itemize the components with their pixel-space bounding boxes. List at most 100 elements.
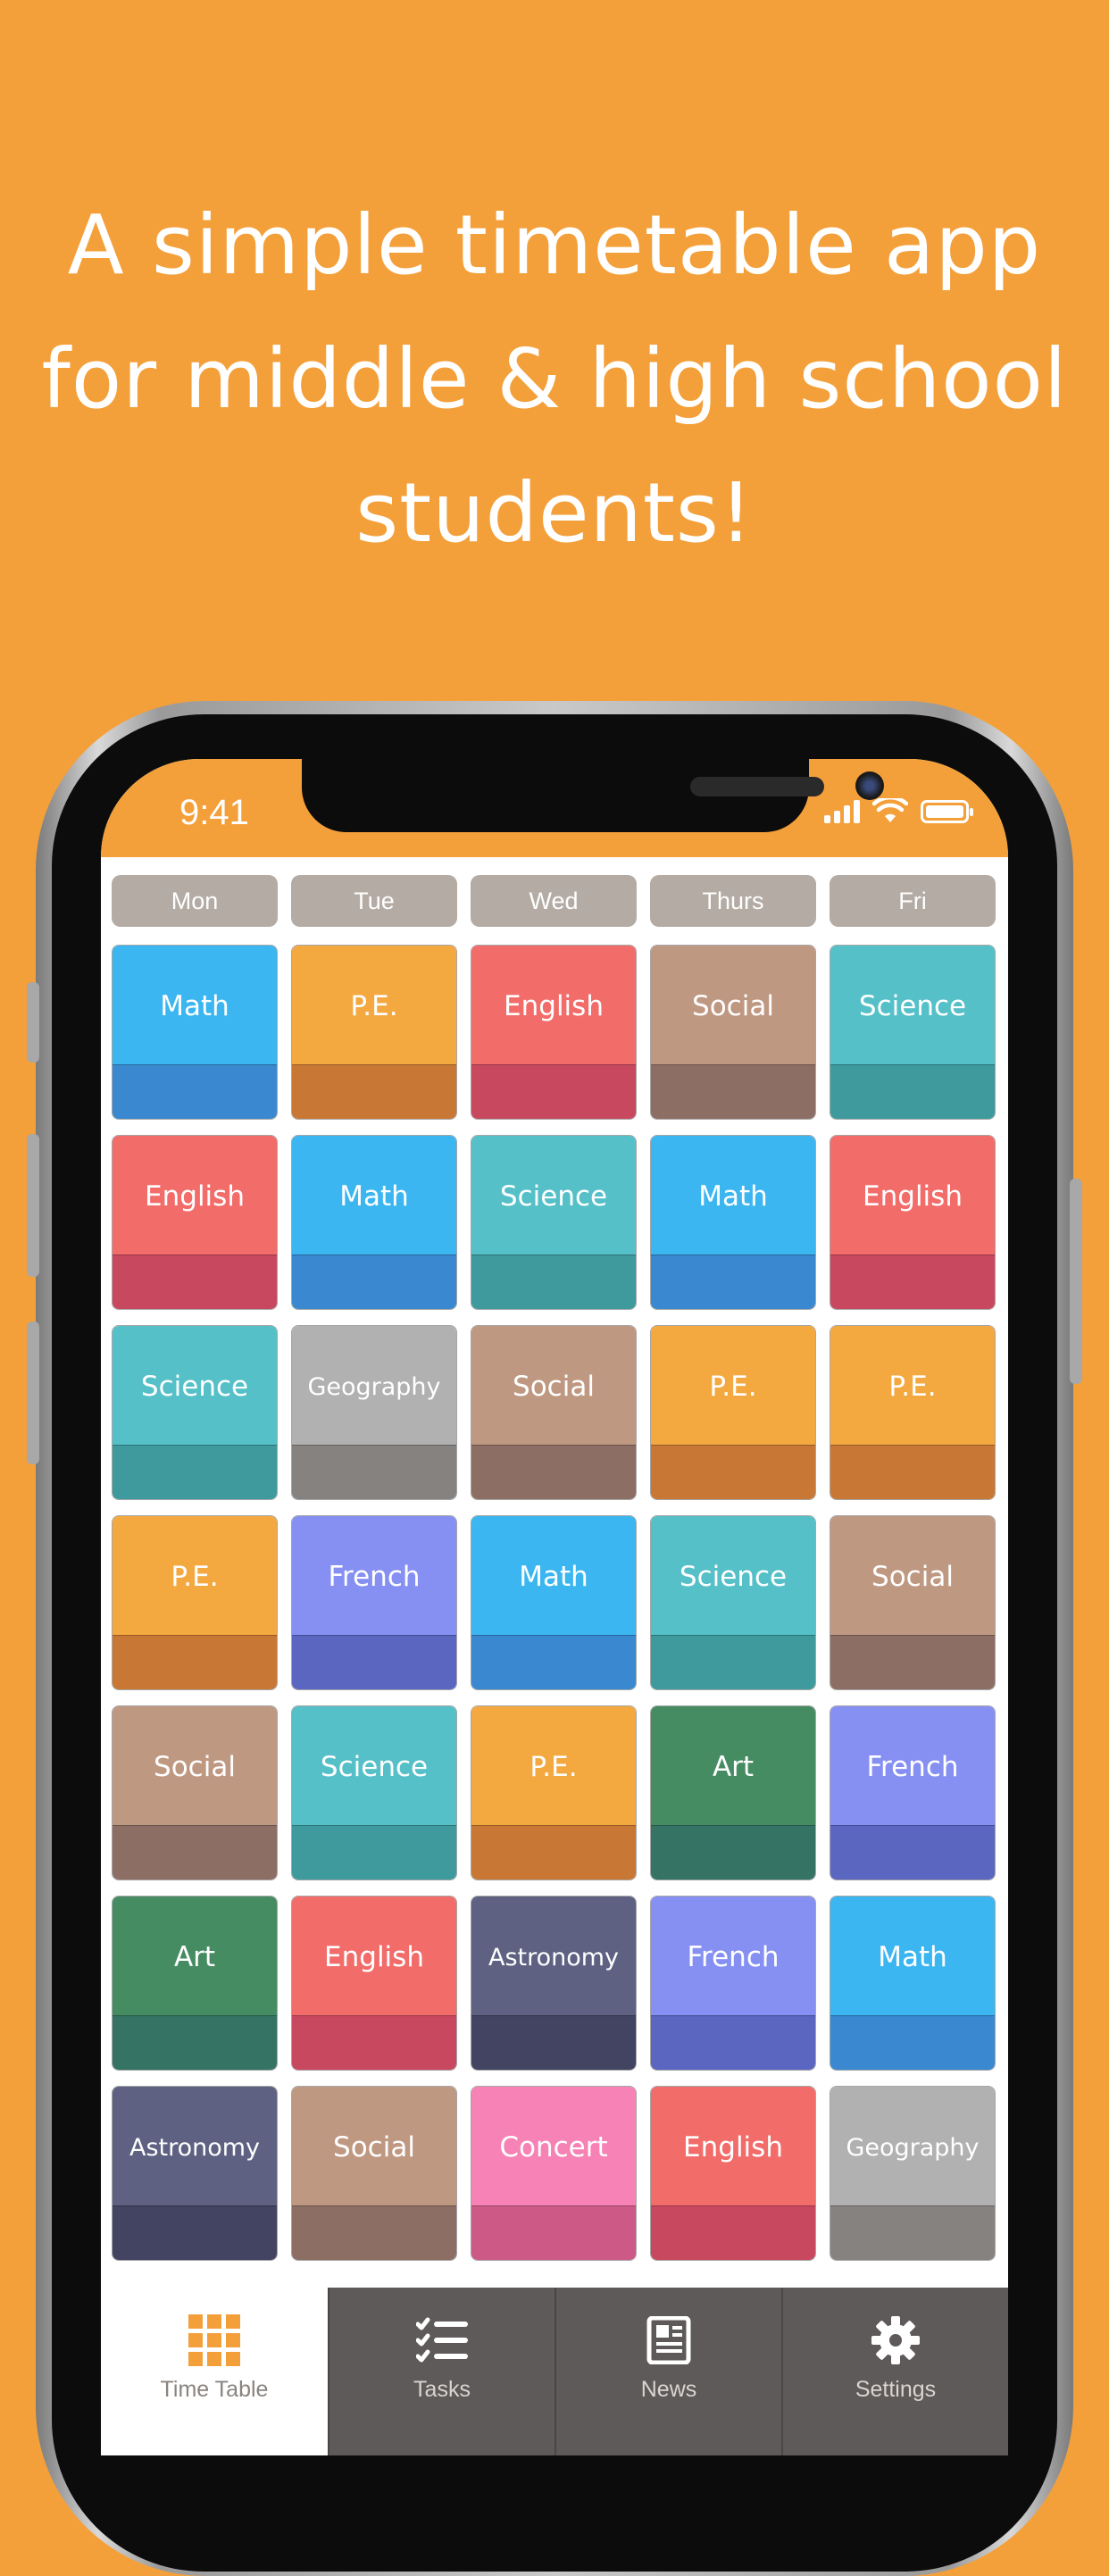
timetable-cell[interactable]: French xyxy=(830,1705,996,1880)
subject-label: French xyxy=(830,1706,995,1828)
timetable-cell[interactable]: Math xyxy=(650,1135,816,1310)
timetable-cell[interactable]: Math xyxy=(112,945,278,1120)
timetable-cell[interactable]: Art xyxy=(650,1705,816,1880)
subject-label: Social xyxy=(830,1516,995,1638)
subject-label: Science xyxy=(830,946,995,1067)
timetable-cell[interactable]: English xyxy=(291,1896,457,2071)
subject-color-strip xyxy=(830,1064,995,1119)
subject-color-strip xyxy=(471,1635,636,1689)
timetable-cell[interactable]: P.E. xyxy=(291,945,457,1120)
tab-settings[interactable]: Settings xyxy=(781,2288,1008,2455)
subject-color-strip xyxy=(113,2205,277,2260)
timetable-cell[interactable]: Social xyxy=(471,1325,637,1500)
status-time: 9:41 xyxy=(179,793,249,832)
status-icons xyxy=(824,798,973,823)
timetable-cell[interactable]: Math xyxy=(471,1515,637,1690)
subject-label: P.E. xyxy=(292,946,456,1067)
timetable-cell[interactable]: P.E. xyxy=(112,1515,278,1690)
timetable-cell[interactable]: Social xyxy=(650,945,816,1120)
subject-label: English xyxy=(830,1136,995,1257)
speaker-grille xyxy=(690,777,824,796)
phone-notch xyxy=(302,759,884,832)
day-header-mon: Mon xyxy=(112,875,278,927)
subject-label: Science xyxy=(113,1326,277,1447)
subject-label: P.E. xyxy=(113,1516,277,1638)
timetable-cell[interactable]: Concert xyxy=(471,2086,637,2261)
day-header-tue: Tue xyxy=(291,875,457,927)
timetable-cell[interactable]: Astronomy xyxy=(112,2086,278,2261)
tab-label-tasks: Tasks xyxy=(413,2377,471,2402)
subject-color-strip xyxy=(651,1635,815,1689)
tab-news[interactable]: News xyxy=(554,2288,781,2455)
subject-label: English xyxy=(113,1136,277,1257)
promo-headline: A simple timetable app for middle & high… xyxy=(0,179,1109,580)
timetable-cell[interactable]: French xyxy=(291,1515,457,1690)
subject-label: Science xyxy=(292,1706,456,1828)
timetable-cell[interactable]: Math xyxy=(291,1135,457,1310)
timetable-cell[interactable]: Science xyxy=(291,1705,457,1880)
subject-color-strip xyxy=(651,1064,815,1119)
subject-label: Social xyxy=(292,2087,456,2208)
timetable-cell[interactable]: P.E. xyxy=(650,1325,816,1500)
subject-label: P.E. xyxy=(830,1326,995,1447)
gear-icon xyxy=(869,2314,922,2366)
subject-color-strip xyxy=(471,1445,636,1499)
subject-color-strip xyxy=(830,1635,995,1689)
subject-label: English xyxy=(651,2087,815,2208)
timetable-cell[interactable]: Science xyxy=(112,1325,278,1500)
phone-side-button-silent xyxy=(27,982,39,1063)
subject-label: Science xyxy=(651,1516,815,1638)
subject-color-strip xyxy=(651,1445,815,1499)
subject-label: Concert xyxy=(471,2087,636,2208)
headline-line-1: A simple timetable app xyxy=(67,197,1042,293)
headline-line-3: students! xyxy=(355,465,754,561)
timetable-cell[interactable]: Science xyxy=(830,945,996,1120)
subject-label: Art xyxy=(113,1897,277,2018)
subject-color-strip xyxy=(651,2205,815,2260)
subject-color-strip xyxy=(292,1445,456,1499)
app-screen: 9:41 Mon Tue Wed Thurs Fri Math P.E. Engli… xyxy=(101,759,1008,2455)
subject-color-strip xyxy=(292,1635,456,1689)
tab-label-settings: Settings xyxy=(855,2377,937,2402)
subject-color-strip xyxy=(292,1825,456,1880)
subject-color-strip xyxy=(651,1825,815,1880)
timetable-cell[interactable]: English xyxy=(471,945,637,1120)
subject-color-strip xyxy=(830,1255,995,1309)
checklist-icon xyxy=(415,2314,469,2366)
subject-color-strip xyxy=(292,1064,456,1119)
timetable-cell[interactable]: Social xyxy=(291,2086,457,2261)
timetable-cell[interactable]: English xyxy=(650,2086,816,2261)
timetable-cell[interactable]: English xyxy=(830,1135,996,1310)
timetable-cell[interactable]: Science xyxy=(650,1515,816,1690)
timetable-cell[interactable]: P.E. xyxy=(830,1325,996,1500)
newspaper-icon xyxy=(642,2314,696,2366)
subject-label: Math xyxy=(113,946,277,1067)
timetable-cell[interactable]: Geography xyxy=(291,1325,457,1500)
timetable-cell[interactable]: P.E. xyxy=(471,1705,637,1880)
tab-time-table[interactable]: Time Table xyxy=(101,2288,328,2455)
subject-color-strip xyxy=(471,2205,636,2260)
subject-color-strip xyxy=(292,1255,456,1309)
timetable-cell[interactable]: Science xyxy=(471,1135,637,1310)
timetable-cell[interactable]: Social xyxy=(112,1705,278,1880)
day-header-row: Mon Tue Wed Thurs Fri xyxy=(112,875,997,927)
subject-color-strip xyxy=(471,1825,636,1880)
timetable-cell[interactable]: Social xyxy=(830,1515,996,1690)
timetable-cell[interactable]: English xyxy=(112,1135,278,1310)
subject-color-strip xyxy=(830,1825,995,1880)
subject-color-strip xyxy=(113,1255,277,1309)
tab-tasks[interactable]: Tasks xyxy=(328,2288,554,2455)
subject-color-strip xyxy=(830,2015,995,2070)
subject-color-strip xyxy=(471,2015,636,2070)
wifi-icon xyxy=(872,798,908,822)
timetable-cell[interactable]: Math xyxy=(830,1896,996,2071)
phone-side-button-volume-down xyxy=(27,1321,39,1464)
subject-color-strip xyxy=(113,2015,277,2070)
timetable-cell[interactable]: Art xyxy=(112,1896,278,2071)
timetable-cell[interactable]: Astronomy xyxy=(471,1896,637,2071)
tab-label-time-table: Time Table xyxy=(160,2377,269,2402)
timetable-cell[interactable]: French xyxy=(650,1896,816,2071)
headline-line-2: for middle & high school xyxy=(41,331,1068,427)
cellular-signal-icon xyxy=(824,800,860,823)
timetable-cell[interactable]: Geography xyxy=(830,2086,996,2261)
